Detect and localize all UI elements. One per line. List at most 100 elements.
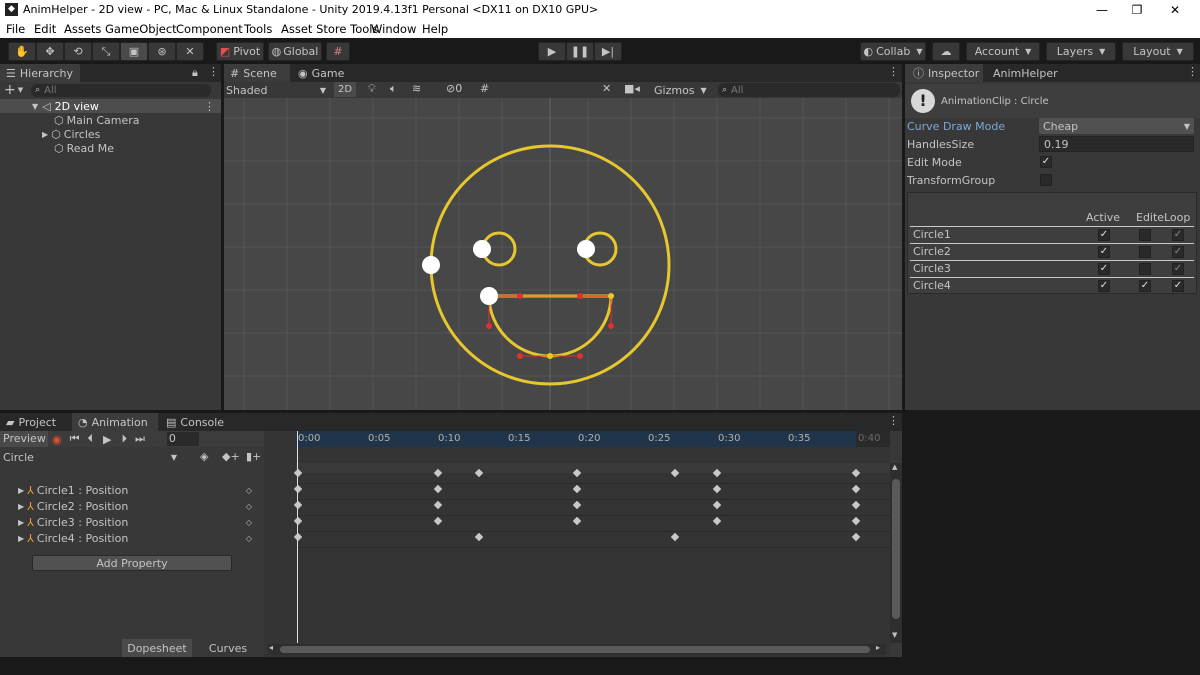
account-dropdown[interactable]: Account ▼ [966, 42, 1040, 61]
keyframe-toggle-icon[interactable]: ◇ [246, 502, 252, 511]
keyframe-circle2[interactable] [712, 500, 721, 510]
audio-icon[interactable]: 🔈︎ [390, 82, 397, 96]
cloud-button[interactable]: ☁ [932, 42, 960, 61]
menu-file[interactable]: File [6, 22, 25, 36]
tab-scene[interactable]: # Scene [224, 64, 290, 82]
circle3-object[interactable] [480, 287, 498, 305]
hand-tool-button[interactable]: ✋ [8, 42, 36, 61]
table-row[interactable]: Circle1 ✓ ✓ [910, 226, 1194, 243]
keyframe-circle2[interactable] [433, 500, 442, 510]
lock-icon[interactable]: 🔒︎ [192, 66, 198, 80]
frame-input[interactable]: 0 [166, 432, 199, 446]
keyframe-circle4[interactable] [851, 532, 861, 542]
close-button[interactable]: ✕ [1160, 1, 1190, 19]
more-icon[interactable]: ⋮ [1187, 65, 1198, 78]
edite-checkbox[interactable]: ✓ [1139, 280, 1151, 292]
scrollbar-thumb[interactable] [280, 646, 870, 653]
shading-dropdown[interactable]: Shaded ▼ [226, 82, 330, 98]
active-checkbox[interactable]: ✓ [1098, 246, 1110, 258]
table-row[interactable]: Circle2 ✓ ✓ [910, 243, 1194, 260]
transform-group-checkbox[interactable] [1040, 174, 1052, 186]
handles-size-input[interactable]: 0.19 [1039, 136, 1194, 152]
add-event-marker-icon[interactable]: ▮+ [246, 450, 261, 463]
global-button[interactable]: ◍ Global [268, 42, 322, 61]
tab-animhelper[interactable]: AnimHelper [987, 64, 1067, 82]
expand-arrow-icon[interactable]: ▶ [18, 486, 24, 495]
rotate-tool-button[interactable]: ⟲ [64, 42, 92, 61]
active-checkbox[interactable]: ✓ [1098, 263, 1110, 275]
keyframe-summary[interactable] [433, 468, 442, 478]
grid-snap-button[interactable]: # [326, 42, 350, 61]
keyframe-summary[interactable] [572, 468, 582, 478]
loop-checkbox[interactable]: ✓ [1172, 280, 1184, 292]
transform-tool-button[interactable]: ⊛ [148, 42, 176, 61]
expand-arrow-icon[interactable]: ▶ [18, 502, 24, 511]
chevron-down-icon[interactable]: ▼ [18, 86, 23, 94]
circle1-object[interactable] [473, 240, 491, 258]
edite-checkbox[interactable] [1139, 229, 1151, 241]
table-row[interactable]: Circle3 ✓ ✓ [910, 260, 1194, 277]
expand-arrow-icon[interactable]: ▶ [18, 518, 24, 527]
maximize-button[interactable]: ❐ [1122, 1, 1152, 19]
menu-assets[interactable]: Assets [64, 22, 101, 36]
dopesheet-area[interactable]: 0:00 0:05 0:10 0:15 0:20 0:25 0:30 0:35 … [264, 431, 902, 657]
scene-canvas[interactable] [224, 98, 902, 410]
tools-icon[interactable]: ✕ [602, 82, 611, 95]
track-row[interactable]: ▶ ⅄ Circle4 : Position ◇ [0, 530, 264, 546]
last-frame-icon[interactable]: ⏭ [135, 432, 145, 446]
keyframe-summary[interactable] [475, 468, 484, 478]
table-row[interactable]: Circle4 ✓ ✓ ✓ [910, 277, 1194, 294]
more-icon[interactable]: ⋮ [204, 100, 215, 113]
keyframe-circle4[interactable] [475, 532, 484, 542]
add-property-button[interactable]: Add Property [32, 555, 232, 571]
keyframe-circle2[interactable] [851, 500, 861, 510]
menu-gameobject[interactable]: GameObject [105, 22, 177, 36]
loop-checkbox[interactable]: ✓ [1172, 263, 1184, 275]
loop-checkbox[interactable]: ✓ [1172, 246, 1184, 258]
menu-window[interactable]: Window [371, 22, 416, 36]
preview-button[interactable]: Preview [0, 431, 48, 447]
scroll-left-icon[interactable]: ◂ [269, 643, 273, 652]
camera-icon[interactable]: ■◂ [624, 82, 640, 95]
scroll-down-icon[interactable]: ▼ [892, 631, 897, 639]
tab-hierarchy[interactable]: ☰ Hierarchy [0, 64, 80, 82]
tab-inspector[interactable]: ⓘ Inspector [905, 64, 983, 82]
active-checkbox[interactable]: ✓ [1098, 229, 1110, 241]
keyframe-summary[interactable] [851, 468, 861, 478]
clip-dropdown[interactable]: Circle ▼ [0, 449, 180, 465]
hierarchy-item-circles[interactable]: ▶ ⬡ Circles [0, 127, 221, 141]
tab-console[interactable]: ▤ Console [162, 413, 232, 431]
circle4-object[interactable] [422, 256, 440, 274]
expand-arrow-icon[interactable]: ▶ [42, 130, 48, 139]
minimize-button[interactable]: — [1087, 1, 1117, 19]
grid-snap-icon[interactable]: # [480, 82, 489, 95]
track-row[interactable]: ▶ ⅄ Circle2 : Position ◇ [0, 498, 264, 514]
scrollbar-thumb[interactable] [892, 479, 900, 619]
pause-button[interactable]: ❚❚ [566, 42, 594, 61]
circle2-object[interactable] [577, 240, 595, 258]
track-row[interactable]: ▶ ⅄ Circle3 : Position ◇ [0, 514, 264, 530]
curves-button[interactable]: Curves [194, 639, 262, 657]
gizmos-dropdown[interactable]: Gizmos ▼ [654, 82, 714, 98]
tab-game[interactable]: ◉ Game [294, 64, 354, 82]
keyframe-circle3[interactable] [851, 516, 861, 526]
expand-arrow-icon[interactable]: ▼ [32, 102, 38, 111]
play-button[interactable]: ▶ [538, 42, 566, 61]
effects-icon[interactable]: ≋ [412, 82, 421, 95]
layers-dropdown[interactable]: Layers ▼ [1046, 42, 1116, 61]
edite-checkbox[interactable] [1139, 246, 1151, 258]
2d-toggle-button[interactable]: 2D [334, 82, 356, 97]
more-icon[interactable]: ⋮ [888, 414, 899, 427]
hierarchy-item-read-me[interactable]: ⬡ Read Me [0, 141, 221, 155]
step-button[interactable]: ▶| [594, 42, 622, 61]
scale-tool-button[interactable]: ⤡ [92, 42, 120, 61]
keyframe-toggle-icon[interactable]: ◇ [246, 518, 252, 527]
add-event-icon[interactable]: ◆+ [222, 450, 240, 463]
edite-checkbox[interactable] [1139, 263, 1151, 275]
hierarchy-search-input[interactable]: ⌕ All [31, 83, 212, 97]
keyframe-circle1[interactable] [293, 484, 303, 494]
vertical-scrollbar[interactable]: ▲ ▼ [890, 463, 902, 643]
keyframe-circle1[interactable] [851, 484, 861, 494]
more-icon[interactable]: ⋮ [208, 65, 219, 78]
keyframe-summary[interactable] [293, 468, 303, 478]
